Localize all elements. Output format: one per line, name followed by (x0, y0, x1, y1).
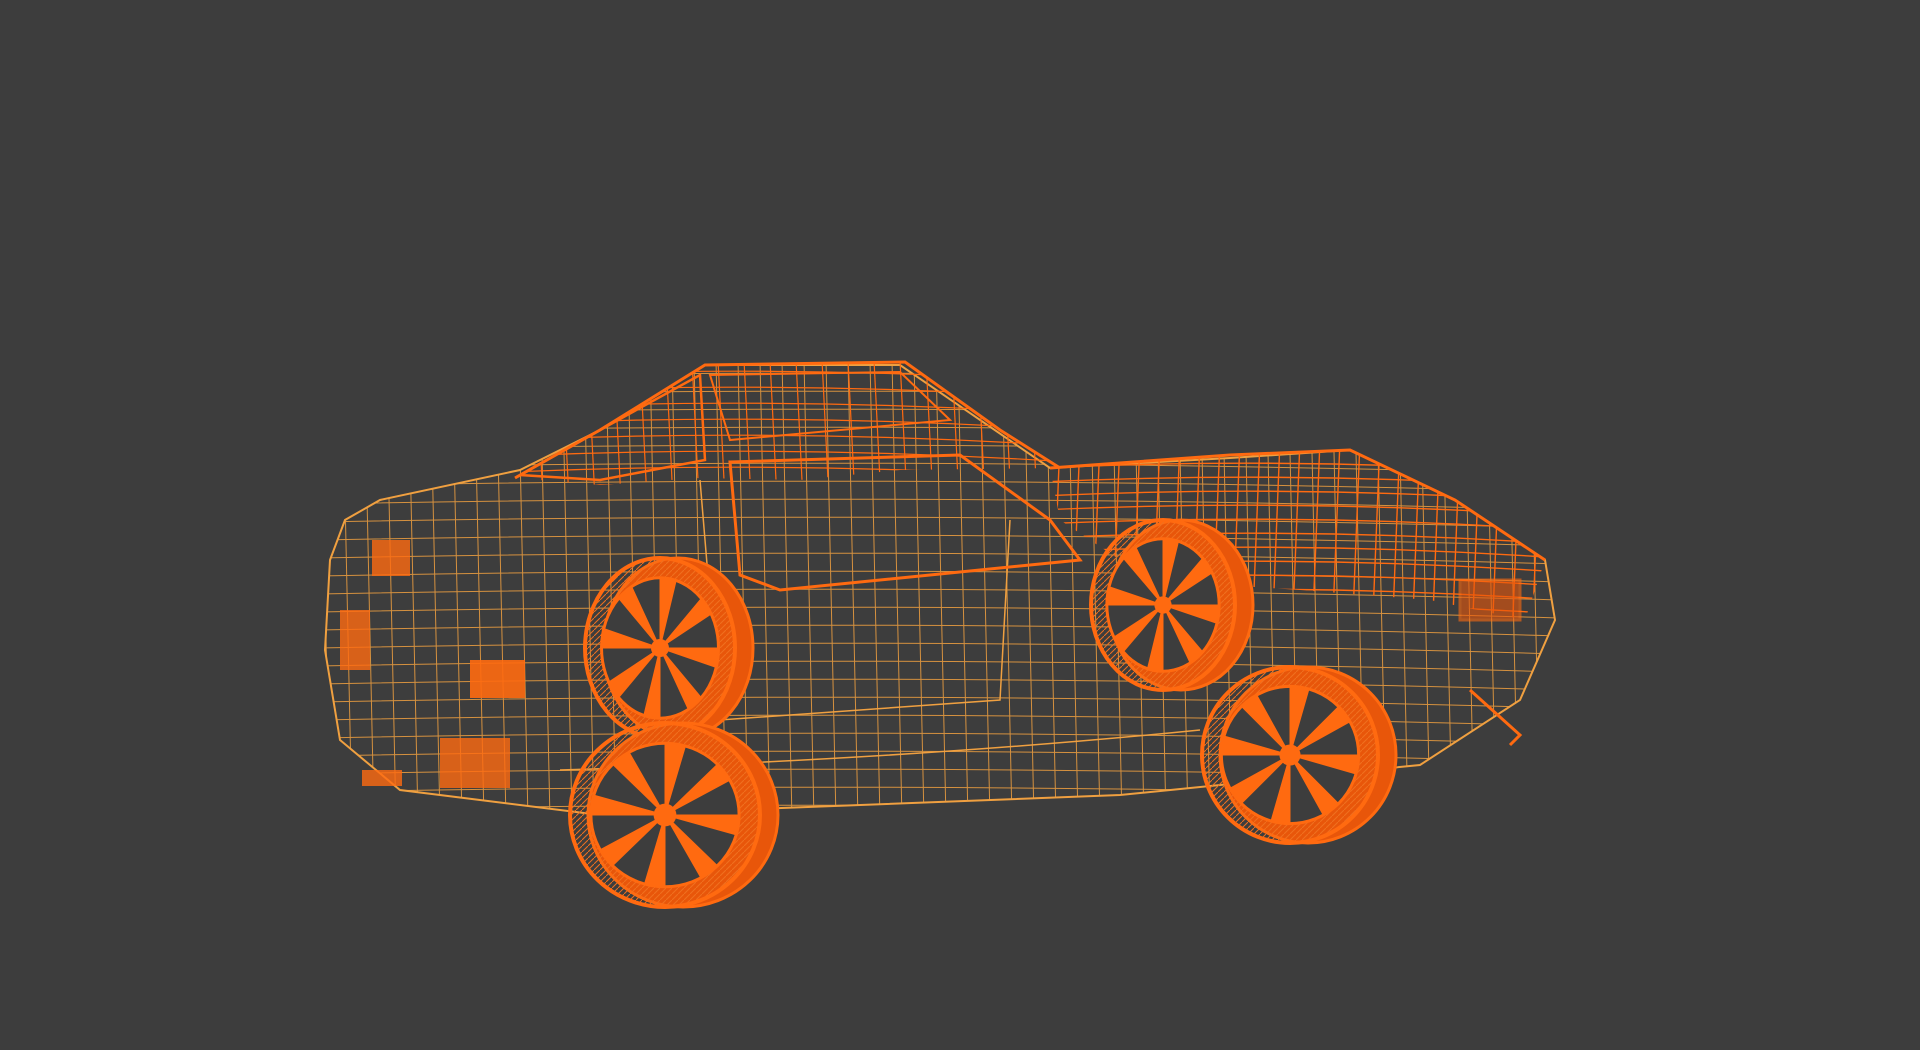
car-cabin-wireframe[interactable] (510, 355, 1083, 606)
taillight-mid (340, 610, 370, 670)
wheel-front-lower[interactable] (1200, 665, 1398, 845)
3d-viewport[interactable] (0, 0, 1920, 1050)
taillight-upper (372, 540, 410, 576)
rear-reflector (440, 738, 510, 788)
exhaust (362, 770, 402, 786)
wireframe-scene[interactable] (0, 0, 1920, 1050)
wheel-front-upper[interactable] (1089, 518, 1255, 692)
wheel-rear-upper[interactable] (583, 556, 755, 740)
rear-marker (470, 660, 525, 698)
headlight-front (1458, 578, 1522, 622)
front-bumper (1468, 688, 1523, 747)
wheel-rear-lower[interactable] (568, 721, 780, 909)
